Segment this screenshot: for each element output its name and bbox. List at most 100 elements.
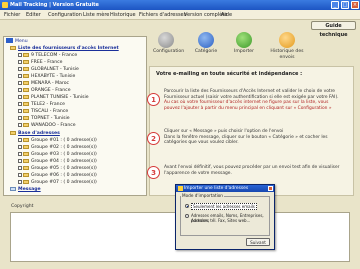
provider-item[interactable]: TOPNET - Tunisie — [18, 115, 70, 122]
configuration-label: Configuration — [153, 49, 185, 54]
checkbox[interactable] — [18, 101, 22, 106]
provider-item[interactable]: MENARA - Maroc — [18, 80, 69, 87]
checkbox[interactable] — [18, 122, 22, 127]
dialog-close-button[interactable] — [268, 186, 273, 191]
folder-icon — [23, 179, 29, 184]
step-3-text: Avant l'envoi définitif, vous pouvez pro… — [164, 165, 350, 176]
group-item[interactable]: Groupe #04 : ( 0 adresse(s)) — [18, 158, 97, 165]
provider-label: TISCALI - France — [31, 109, 69, 114]
message-label: Message — [18, 187, 41, 192]
radio-full-import[interactable] — [185, 214, 189, 218]
tree-root[interactable]: Menu — [6, 38, 28, 45]
menu-liste-mere[interactable]: Liste mère — [83, 12, 109, 18]
category-icon — [198, 32, 214, 48]
folder-icon — [23, 101, 29, 106]
checkbox[interactable] — [18, 52, 22, 57]
checkbox[interactable] — [18, 151, 22, 156]
group-label: Groupe #04 : ( 0 adresse(s)) — [31, 159, 97, 164]
provider-item[interactable]: 9 TELECOM - France — [18, 52, 77, 59]
provider-item[interactable]: TELE2 - France — [18, 101, 65, 108]
importer-label: Importer — [234, 49, 254, 54]
next-button[interactable]: Suivant — [246, 238, 270, 246]
historique-button[interactable]: Historique des envois — [270, 32, 304, 61]
checkbox[interactable] — [18, 179, 22, 184]
historique-label: Historique des envois — [270, 49, 304, 60]
menu-aide[interactable]: Aide — [221, 12, 232, 18]
provider-item[interactable]: ORANGE - France — [18, 87, 71, 94]
configuration-button[interactable]: Configuration — [153, 32, 185, 55]
group-item[interactable]: Groupe #05 : ( 0 adresse(s)) — [18, 165, 97, 172]
group-item[interactable]: Groupe #02 : ( 0 adresse(s)) — [18, 144, 97, 151]
instructions-panel: Votre e-mailing en toute sécurité et ind… — [147, 66, 354, 196]
providers-header[interactable]: Liste des fournisseurs d'accès Internet — [10, 45, 119, 52]
folder-icon — [23, 94, 29, 99]
importer-button[interactable]: Importer — [231, 32, 257, 55]
gear-icon — [158, 32, 174, 48]
instructions-title: Votre e-mailing en toute sécurité et ind… — [156, 71, 303, 77]
checkbox[interactable] — [18, 59, 22, 64]
address-base-label: Base d'adresses — [18, 131, 60, 136]
folder-icon — [23, 52, 29, 57]
group-item[interactable]: Groupe #07 : ( 0 adresse(s)) — [18, 179, 97, 186]
checkbox[interactable] — [18, 115, 22, 120]
step-1-line-3: Au cas où votre fournisseur d'accès inte… — [164, 100, 329, 106]
checkbox[interactable] — [18, 80, 22, 85]
provider-item[interactable]: HEXABYTE - Tunisie — [18, 73, 75, 80]
option-emails-only[interactable]: Seulement les adresses emails — [191, 203, 257, 210]
step-3-badge: 3 — [147, 166, 160, 179]
provider-item[interactable]: TISCALI - France — [18, 108, 68, 115]
close-button[interactable]: × — [351, 1, 359, 9]
menu-fichiers-adresses[interactable]: Fichiers d'adresses — [139, 12, 186, 18]
group-item[interactable]: Groupe #06 : ( 0 adresse(s)) — [18, 172, 97, 179]
group-label: Groupe #02 : ( 0 adresse(s)) — [31, 145, 97, 150]
folder-icon — [23, 73, 29, 78]
menu-historique[interactable]: Historique — [110, 12, 136, 18]
step-3-line-1: Avant l'envoi définitif, vous pouvez pro… — [164, 165, 340, 170]
checkbox[interactable] — [18, 144, 22, 149]
folder-icon — [23, 59, 29, 64]
step-1-line-4: pouvez l'ajouter à partir du menu princi… — [164, 105, 332, 111]
navigation-tree: Menu Liste des fournisseurs d'accès Inte… — [3, 36, 147, 196]
checkbox[interactable] — [18, 158, 22, 163]
provider-item[interactable]: GLOBALNET - Tunisie — [18, 66, 79, 73]
group-label: Groupe #01 : ( 0 adresse(s)) — [31, 138, 97, 143]
folder-icon — [23, 80, 29, 85]
provider-label: GLOBALNET - Tunisie — [31, 67, 79, 72]
radio-emails-only[interactable] — [185, 204, 189, 208]
folder-icon — [23, 122, 29, 127]
provider-label: ORANGE - France — [31, 88, 71, 93]
provider-label: TELE2 - France — [31, 102, 65, 107]
message-item[interactable]: Message — [10, 186, 41, 193]
envelope-icon — [10, 186, 16, 191]
guide-technique-button[interactable]: Guide technique — [311, 21, 356, 38]
group-item[interactable]: Groupe #01 : ( 0 adresse(s)) — [18, 137, 97, 144]
menu-configuration[interactable]: Configuration — [48, 12, 82, 18]
provider-label: MENARA - Maroc — [31, 81, 70, 86]
group-label: Groupe #07 : ( 0 adresse(s)) — [31, 180, 97, 185]
step-1-line-1: Parcourir la liste des Fournisseurs d'Ac… — [164, 89, 336, 94]
import-icon — [236, 32, 252, 48]
checkbox[interactable] — [18, 73, 22, 78]
option-full-line-2: postales, tél. Fax, Sites web... — [191, 218, 251, 223]
provider-item[interactable]: FREE - France — [18, 59, 63, 66]
provider-item[interactable]: WANADOO - France — [18, 122, 76, 129]
group-item[interactable]: Groupe #03 : ( 0 adresse(s)) — [18, 151, 97, 158]
menu-fichier[interactable]: Fichier — [4, 12, 20, 18]
menu-editer[interactable]: Editer — [26, 12, 41, 18]
checkbox[interactable] — [18, 165, 22, 170]
minimize-button[interactable]: _ — [331, 1, 339, 9]
checkbox[interactable] — [18, 66, 22, 71]
import-dialog: Importer une liste d'adresses Mode d'imp… — [175, 184, 275, 250]
categorie-button[interactable]: Catégorie — [193, 32, 219, 55]
folder-icon — [23, 87, 29, 92]
copyright-label: Copyright — [11, 204, 34, 209]
checkbox[interactable] — [18, 172, 22, 177]
maximize-button[interactable]: □ — [341, 1, 349, 9]
provider-item[interactable]: PLANET TUNISIE - Tunisie — [18, 94, 89, 101]
checkbox[interactable] — [18, 137, 22, 142]
checkbox[interactable] — [18, 87, 22, 92]
address-base-header[interactable]: Base d'adresses — [10, 130, 60, 137]
folder-icon — [23, 172, 29, 177]
checkbox[interactable] — [18, 108, 22, 113]
checkbox[interactable] — [18, 94, 22, 99]
